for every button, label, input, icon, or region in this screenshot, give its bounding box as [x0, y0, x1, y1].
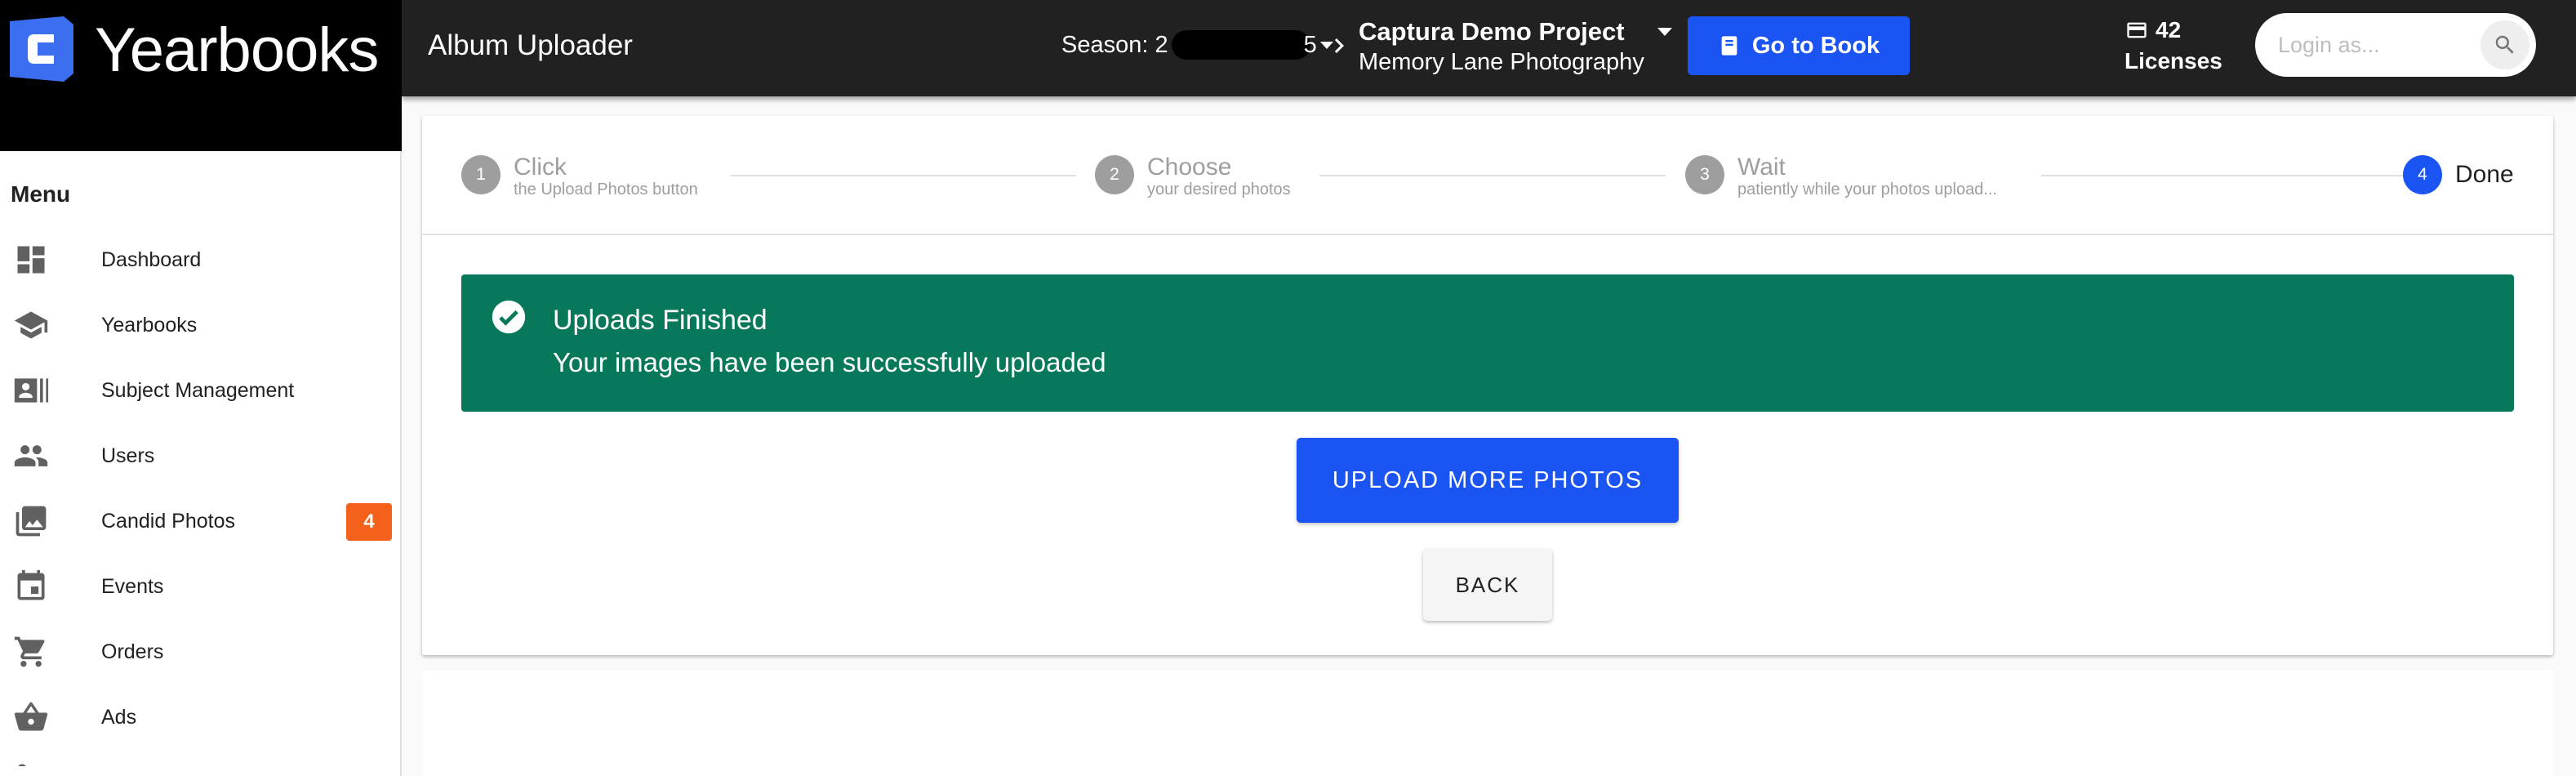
- app-header: Album Uploader Season: 2 5 Captura Demo …: [402, 0, 2576, 96]
- licenses-indicator: 42 Licenses: [2124, 15, 2222, 77]
- yearbooks-logo-icon: [10, 16, 73, 82]
- alert-message: Your images have been successfully uploa…: [553, 347, 1106, 377]
- search-button[interactable]: [2480, 20, 2529, 69]
- go-to-book-label: Go to Book: [1751, 32, 1880, 59]
- step-connector: [2041, 175, 2404, 176]
- redacted-block: [1171, 30, 1310, 60]
- people-icon: [13, 439, 49, 472]
- sidebar-item-label: Ads: [101, 705, 137, 729]
- contact-card-icon: [13, 374, 49, 407]
- sidebar-item-partial[interactable]: [0, 750, 400, 766]
- sidebar-item-candid-photos[interactable]: Candid Photos 4: [0, 488, 400, 554]
- uploader-card: 1 Click the Upload Photos button 2 Choos…: [422, 116, 2553, 655]
- school-icon: [13, 309, 49, 341]
- photo-library-icon: [13, 505, 49, 537]
- login-as-search: [2255, 13, 2536, 77]
- sidebar-item-label: Subject Management: [101, 378, 295, 402]
- sidebar-item-label: Users: [101, 444, 155, 467]
- step-4: 4 Done: [2403, 155, 2514, 194]
- credit-card-icon: [2127, 22, 2147, 38]
- alert-title: Uploads Finished: [553, 305, 767, 336]
- chevron-right-icon: [1334, 38, 1344, 53]
- season-suffix: 5: [1303, 31, 1317, 58]
- search-icon: [2495, 35, 2514, 54]
- project-company: Memory Lane Photography: [1359, 49, 1644, 75]
- step-subtitle: patiently while your photos upload...: [1737, 181, 1997, 198]
- login-as-input[interactable]: [2278, 29, 2474, 60]
- book-icon: [1721, 36, 1737, 56]
- step-3: 3 Wait patiently while your photos uploa…: [1685, 155, 1997, 198]
- step-2: 2 Choose your desired photos: [1095, 155, 1291, 198]
- count-badge: 4: [346, 503, 392, 541]
- step-title: Choose: [1147, 154, 1232, 181]
- sidebar-item-label: Yearbooks: [101, 313, 198, 337]
- page-title: Album Uploader: [428, 29, 633, 61]
- content-area-lower: [422, 670, 2553, 776]
- sidebar: Yearbooks Menu Dashboard Yearbooks Subje…: [0, 0, 402, 776]
- sidebar-item-events[interactable]: Events: [0, 554, 400, 619]
- partial-icon: [13, 761, 49, 766]
- calendar-icon: [13, 569, 49, 603]
- step-number: 1: [461, 155, 501, 194]
- cart-icon: [13, 636, 49, 668]
- sidebar-item-dashboard[interactable]: Dashboard: [0, 227, 400, 292]
- upload-stepper: 1 Click the Upload Photos button 2 Choos…: [422, 116, 2553, 235]
- step-title: Done: [2455, 161, 2514, 188]
- licenses-label: Licenses: [2124, 48, 2222, 74]
- season-label: Season: 2: [1061, 31, 1168, 58]
- licenses-count: 42: [2156, 17, 2182, 42]
- dashboard-icon: [13, 243, 49, 276]
- step-1: 1 Click the Upload Photos button: [461, 155, 698, 198]
- go-to-book-button[interactable]: Go to Book: [1688, 16, 1910, 75]
- step-number: 2: [1095, 155, 1134, 194]
- sidebar-item-label: Orders: [101, 640, 164, 663]
- sidebar-item-yearbooks[interactable]: Yearbooks: [0, 292, 400, 358]
- step-subtitle: the Upload Photos button: [514, 181, 698, 198]
- sidebar-item-subject-management[interactable]: Subject Management: [0, 358, 400, 423]
- basket-icon: [13, 701, 49, 734]
- step-title: Wait: [1737, 154, 1786, 181]
- caret-down-icon: [1657, 28, 1672, 36]
- redacted-block: [0, 88, 211, 139]
- upload-success-alert: Uploads Finished Your images have been s…: [461, 274, 2514, 412]
- step-connector: [730, 175, 1076, 176]
- menu-title: Menu: [11, 181, 71, 207]
- project-name: Captura Demo Project: [1359, 17, 1625, 46]
- step-subtitle: your desired photos: [1147, 181, 1291, 198]
- upload-more-photos-button[interactable]: UPLOAD MORE PHOTOS: [1297, 438, 1679, 523]
- back-button[interactable]: BACK: [1423, 549, 1552, 621]
- project-selector[interactable]: Captura Demo Project Memory Lane Photogr…: [1359, 16, 1672, 77]
- step-number: 3: [1685, 155, 1724, 194]
- step-title: Click: [514, 154, 567, 181]
- sidebar-item-label: Dashboard: [101, 248, 202, 271]
- sidebar-menu: Dashboard Yearbooks Subject Management U…: [0, 227, 400, 766]
- brand-name: Yearbooks: [95, 16, 379, 85]
- check-circle-icon: [492, 300, 526, 334]
- sidebar-item-ads[interactable]: Ads: [0, 685, 400, 750]
- sidebar-item-label: Events: [101, 574, 164, 598]
- sidebar-item-orders[interactable]: Orders: [0, 619, 400, 685]
- step-connector: [1319, 175, 1666, 176]
- sidebar-item-label: Candid Photos: [101, 509, 236, 533]
- season-selector[interactable]: Season: 2 5: [1061, 30, 1333, 60]
- step-number: 4: [2403, 155, 2442, 194]
- sidebar-item-users[interactable]: Users: [0, 423, 400, 488]
- brand-header: Yearbooks: [0, 0, 402, 151]
